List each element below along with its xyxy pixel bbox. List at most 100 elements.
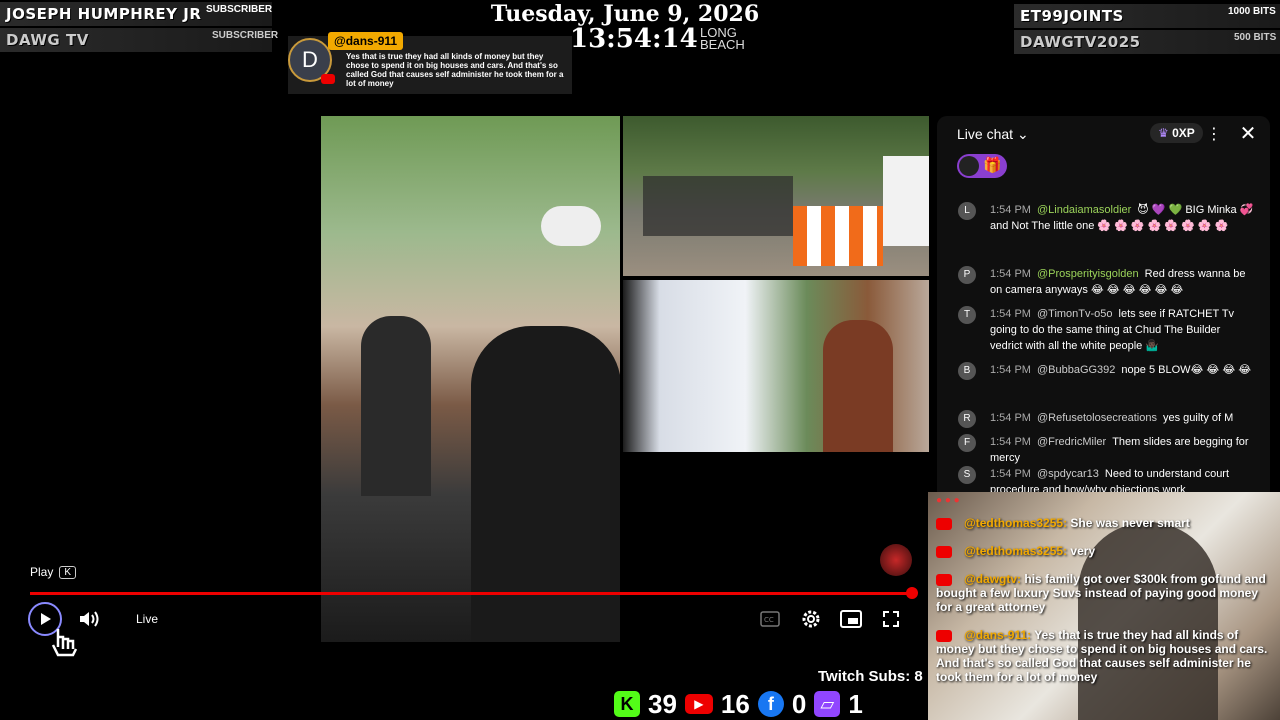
- svg-text:CC: CC: [764, 616, 774, 624]
- chat-message-time: 1:54 PM: [990, 204, 1031, 216]
- city-line-2: BEACH: [700, 37, 745, 52]
- video-figure: [541, 206, 601, 246]
- webcam-chat-text: very: [1070, 544, 1096, 558]
- youtube-icon: ▶: [684, 694, 713, 714]
- volume-button[interactable]: [76, 606, 102, 632]
- webcam-chat-line: @dans-911: Yes that is true they had all…: [936, 628, 1276, 684]
- chat-message-author[interactable]: @spdycar13: [1037, 468, 1099, 480]
- chat-message-author[interactable]: @FredricMiler: [1037, 436, 1106, 448]
- video-vehicle: [883, 156, 929, 246]
- chevron-down-icon: ⌄: [1016, 126, 1029, 142]
- avatar[interactable]: T: [958, 306, 976, 324]
- top-right-video-feed[interactable]: [623, 116, 929, 276]
- fullscreen-icon: [883, 611, 899, 627]
- video-figure: [361, 316, 431, 496]
- youtube-icon: [321, 74, 335, 84]
- channel-watermark-icon[interactable]: [880, 544, 912, 576]
- avatar[interactable]: P: [958, 266, 976, 284]
- chat-notification: D @dans-911 Yes that is true they had al…: [288, 32, 572, 94]
- twitch-icon: ▱: [814, 691, 841, 717]
- close-button[interactable]: ✕: [1237, 122, 1259, 145]
- webcam-chat-text: She was never smart: [1070, 516, 1190, 530]
- youtube-icon: [936, 629, 952, 642]
- twitch-subs-label: Twitch Subs: 8: [818, 668, 923, 685]
- date-time-display: Tuesday, June 9, 2026 13:54:14 LONG BEAC…: [480, 1, 770, 54]
- notification-username: @dans-911: [328, 32, 404, 50]
- chat-message-author[interactable]: @Refusetolosecreations: [1037, 412, 1157, 424]
- avatar[interactable]: L: [958, 202, 976, 220]
- chat-message-body: 1:54 PM @Lindaiamasoldier 😈 💜 💚 BIG Minka …: [990, 202, 1255, 234]
- xp-badge[interactable]: ♛ 0XP: [1150, 123, 1203, 143]
- chat-message-author[interactable]: @Lindaiamasoldier: [1037, 204, 1131, 216]
- subscriber-bar-1: JOSEPH HUMPHREY JR SUBSCRIBER: [0, 2, 272, 26]
- webcam-chat-user: @dans-911:: [964, 628, 1032, 642]
- fullscreen-button[interactable]: [878, 606, 904, 632]
- subscriber-bar-2: DAWG TV SUBSCRIBER: [0, 28, 278, 52]
- chat-message-author[interactable]: @Prosperityisgolden: [1037, 268, 1139, 280]
- facebook-icon: f: [757, 691, 784, 717]
- play-tooltip: Play K: [30, 565, 77, 579]
- bits-bar-1: ET99JOINTS 1000 BITS: [1014, 4, 1280, 28]
- video-barricade: [793, 206, 883, 266]
- youtube-icon: [936, 573, 952, 586]
- live-chat-panel: Live chat ⌄ ♛ 0XP ⋮ ✕ 🎁 L 1:54 PM @Lindaia…: [937, 116, 1270, 496]
- chat-message-author[interactable]: @TimonTv-o5o: [1037, 308, 1113, 320]
- chat-title-label: Live chat: [957, 126, 1014, 142]
- chat-message-author[interactable]: @BubbaGG392: [1037, 364, 1115, 376]
- avatar[interactable]: B: [958, 362, 976, 380]
- avatar[interactable]: R: [958, 410, 976, 428]
- city-label: LONG BEACH: [700, 26, 745, 52]
- subscriber-tag: SUBSCRIBER: [206, 4, 273, 15]
- chat-message-body: 1:54 PM @FredricMiler Them slides are begg…: [990, 434, 1255, 466]
- notification-message: Yes that is true they had all kinds of m…: [346, 52, 564, 88]
- gift-button[interactable]: 🎁: [957, 154, 1007, 178]
- date-text: Tuesday, June 9, 2026: [490, 1, 760, 27]
- miniplayer-button[interactable]: [838, 606, 864, 632]
- video-crowd: [643, 176, 793, 236]
- subscriber-name: DAWG TV: [6, 31, 89, 49]
- crown-icon: ♛: [1158, 126, 1169, 140]
- xp-value: 0XP: [1172, 126, 1195, 140]
- avatar[interactable]: S: [958, 466, 976, 484]
- avatar: [959, 156, 979, 176]
- chat-title[interactable]: Live chat ⌄: [957, 126, 1029, 143]
- youtube-count: 16: [720, 688, 750, 719]
- miniplayer-icon: [840, 610, 862, 628]
- avatar[interactable]: F: [958, 434, 976, 452]
- settings-button[interactable]: [798, 606, 824, 632]
- middle-right-video-feed[interactable]: [623, 280, 929, 452]
- twitch-count: 1: [848, 688, 863, 719]
- bits-amount: 1000 BITS: [1228, 6, 1276, 17]
- platform-stats: K 39 ▶ 16 f 0 ▱ 1: [614, 688, 863, 720]
- chat-message-body: 1:54 PM @Refusetolosecreations yes guilty …: [990, 410, 1255, 426]
- webcam-overlay: ● ● ● @tedthomas3255: She was never smar…: [928, 492, 1280, 720]
- webcam-chat-line: @tedthomas3255: very: [936, 544, 1276, 558]
- video-figure: [823, 320, 893, 452]
- captions-button[interactable]: CC: [758, 608, 782, 630]
- chat-message-time: 1:54 PM: [990, 308, 1031, 320]
- main-video-feed[interactable]: [321, 116, 620, 642]
- volume-icon: [80, 611, 99, 627]
- webcam-chat-line: @tedthomas3255: She was never smart: [936, 516, 1276, 530]
- chat-message-time: 1:54 PM: [990, 412, 1031, 424]
- play-icon: [41, 613, 51, 625]
- kick-count: 39: [648, 688, 677, 719]
- live-indicator[interactable]: Live: [136, 612, 158, 626]
- more-options-button[interactable]: ⋮: [1205, 124, 1223, 144]
- bits-donor-name: ET99JOINTS: [1020, 7, 1124, 25]
- recording-indicator: ● ● ●: [936, 495, 960, 506]
- progress-bar[interactable]: [30, 592, 912, 595]
- bits-amount: 500 BITS: [1234, 32, 1277, 43]
- chat-message-time: 1:54 PM: [990, 364, 1031, 376]
- gift-icon: 🎁: [983, 157, 1002, 174]
- chat-message-body: 1:54 PM @Prosperityisgolden Red dress wann…: [990, 266, 1255, 298]
- subscriber-tag: SUBSCRIBER: [212, 30, 279, 41]
- webcam-chat-user: @dawgtv:: [964, 572, 1022, 586]
- progress-scrubber[interactable]: [906, 587, 918, 599]
- webcam-chat-user: @tedthomas3255:: [964, 516, 1068, 530]
- kick-icon: K: [614, 691, 640, 717]
- bits-donor-name: DAWGTV2025: [1020, 33, 1141, 51]
- subscriber-name: JOSEPH HUMPHREY JR: [6, 5, 202, 23]
- gear-icon: [802, 610, 820, 628]
- chat-message-body: 1:54 PM @BubbaGG392 nope 5 BLOW😂 😂 😂 😂: [990, 362, 1255, 378]
